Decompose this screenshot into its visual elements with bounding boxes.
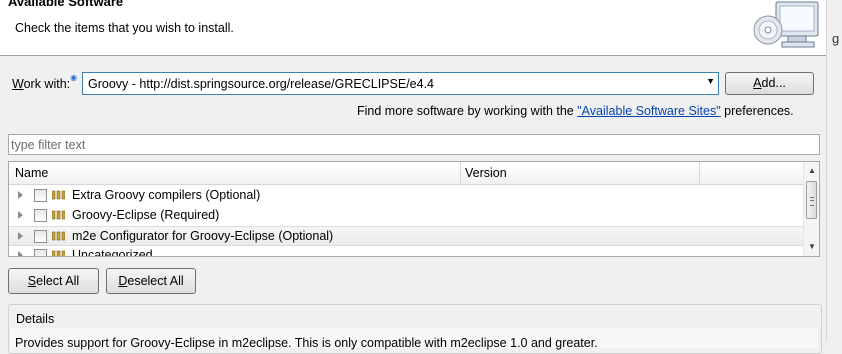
deselect-all-label: eselect All: [127, 274, 184, 288]
software-tree-table[interactable]: Name Version Extra Groovy compilers (Opt…: [8, 161, 820, 257]
column-divider[interactable]: [699, 162, 700, 184]
package-icon: [52, 190, 65, 200]
scroll-thumb[interactable]: [806, 181, 817, 219]
column-divider[interactable]: [460, 162, 461, 184]
row-label: Extra Groovy compilers (Optional): [72, 188, 261, 202]
expand-arrow-icon[interactable]: [18, 211, 23, 219]
grip-icon: [810, 197, 814, 206]
add-site-button[interactable]: Add...: [725, 72, 814, 95]
wizard-header: Available Software Check the items that …: [0, 0, 826, 56]
scroll-down-icon[interactable]: ▼: [808, 242, 816, 251]
package-icon: [52, 250, 65, 256]
filter-input[interactable]: type filter text: [8, 134, 820, 155]
row-label: m2e Configurator for Groovy-Eclipse (Opt…: [72, 229, 334, 243]
table-header: Name Version: [9, 162, 803, 185]
add-label: dd...: [761, 76, 786, 90]
table-row[interactable]: Extra Groovy compilers (Optional): [9, 186, 803, 206]
work-with-mnemonic: W: [12, 77, 24, 91]
details-label: Details: [16, 312, 55, 326]
filter-placeholder: type filter text: [11, 138, 86, 152]
expand-arrow-icon[interactable]: [18, 251, 23, 256]
right-edge-panel: [826, 0, 842, 342]
column-header-name[interactable]: Name: [15, 166, 48, 180]
table-row[interactable]: Groovy-Eclipse (Required): [9, 206, 803, 226]
clipped-text: g: [832, 31, 840, 46]
page-title: Available Software: [8, 0, 124, 9]
info-icon: ◉: [70, 73, 78, 82]
work-with-value: Groovy - http://dist.springsource.org/re…: [88, 77, 434, 91]
sites-text-after: preferences.: [720, 104, 794, 118]
page-description: Check the items that you wish to install…: [15, 21, 234, 35]
package-icon: [52, 231, 65, 241]
table-row[interactable]: m2e Configurator for Groovy-Eclipse (Opt…: [9, 226, 803, 246]
work-with-combo[interactable]: Groovy - http://dist.springsource.org/re…: [82, 72, 719, 95]
row-label: Groovy-Eclipse (Required): [72, 208, 220, 222]
work-with-label: Work with:◉: [12, 73, 77, 91]
row-checkbox[interactable]: [34, 230, 47, 243]
table-row[interactable]: Uncategorized: [9, 246, 803, 257]
select-all-label: elect All: [36, 274, 80, 288]
select-all-mnemonic: S: [27, 274, 37, 288]
expand-arrow-icon[interactable]: [18, 191, 23, 199]
row-label: Uncategorized: [72, 248, 153, 257]
work-with-label-text: ork with:: [23, 77, 71, 91]
deselect-all-button[interactable]: Deselect All: [106, 268, 196, 294]
available-sites-hint: Find more software by working with the "…: [357, 104, 794, 118]
expand-arrow-icon[interactable]: [18, 232, 23, 240]
select-all-button[interactable]: Select All: [8, 268, 99, 294]
add-mnemonic: A: [753, 76, 762, 90]
sites-text-before: Find more software by working with the: [357, 104, 578, 118]
install-cd-icon: [753, 1, 819, 48]
package-icon: [52, 210, 65, 220]
available-sites-link[interactable]: "Available Software Sites": [577, 104, 720, 118]
details-text: Provides support for Groovy-Eclipse in m…: [15, 336, 598, 350]
scroll-up-icon[interactable]: ▲: [808, 166, 816, 175]
dropdown-arrow-icon[interactable]: ▼: [706, 76, 715, 86]
vertical-scrollbar[interactable]: ▲ ▼: [803, 162, 819, 256]
row-checkbox[interactable]: [34, 249, 47, 256]
row-checkbox[interactable]: [34, 189, 47, 202]
column-header-version[interactable]: Version: [465, 166, 507, 180]
row-checkbox[interactable]: [34, 209, 47, 222]
